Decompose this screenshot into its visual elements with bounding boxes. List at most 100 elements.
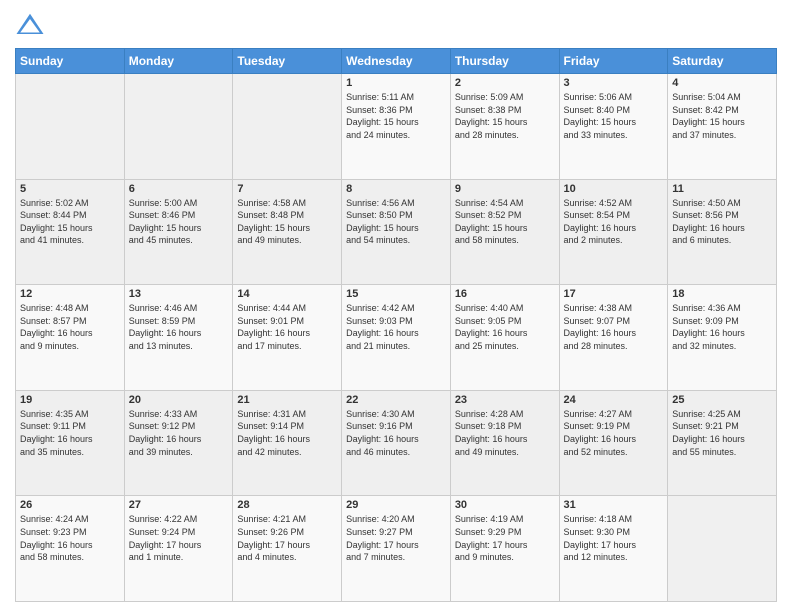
page: SundayMondayTuesdayWednesdayThursdayFrid… bbox=[0, 0, 792, 612]
calendar-cell: 30 Sunrise: 4:19 AM Sunset: 9:29 PM Dayli… bbox=[450, 496, 559, 602]
day-number: 23 bbox=[455, 394, 555, 406]
day-number: 19 bbox=[20, 394, 120, 406]
week-row: 19Sunrise: 4:35 AM Sunset: 9:11 PM Dayli… bbox=[16, 390, 777, 496]
calendar-cell: 22 Sunrise: 4:30 AM Sunset: 9:16 PM Dayli… bbox=[342, 390, 451, 496]
day-number: 25 bbox=[672, 394, 772, 406]
calendar-cell: 24 Sunrise: 4:27 AM Sunset: 9:19 PM Dayli… bbox=[559, 390, 668, 496]
day-number: 6 bbox=[129, 183, 229, 195]
day-number: 13 bbox=[129, 288, 229, 300]
day-info: Sunrise: 4:38 AM Sunset: 9:07 PM Dayligh… bbox=[564, 302, 664, 352]
weekday-header-saturday: Saturday bbox=[668, 49, 777, 74]
week-row: 26 Sunrise: 4:24 AM Sunset: 9:23 PM Dayli… bbox=[16, 496, 777, 602]
calendar-body: 1Sunrise: 5:11 AM Sunset: 8:36 PM Daylig… bbox=[16, 74, 777, 602]
day-info: Sunrise: 4:31 AM Sunset: 9:14 PM Dayligh… bbox=[237, 408, 337, 458]
day-info: Sunrise: 4:54 AM Sunset: 8:52 PM Dayligh… bbox=[455, 197, 555, 247]
day-number: 2 bbox=[455, 77, 555, 89]
day-info: Sunrise: 4:48 AM Sunset: 8:57 PM Dayligh… bbox=[20, 302, 120, 352]
day-number: 11 bbox=[672, 183, 772, 195]
day-number: 22 bbox=[346, 394, 446, 406]
calendar-cell: 16 Sunrise: 4:40 AM Sunset: 9:05 PM Dayli… bbox=[450, 285, 559, 391]
calendar-cell: 27Sunrise: 4:22 AM Sunset: 9:24 PM Dayli… bbox=[124, 496, 233, 602]
day-info: Sunrise: 4:21 AM Sunset: 9:26 PM Dayligh… bbox=[237, 513, 337, 563]
calendar-header: SundayMondayTuesdayWednesdayThursdayFrid… bbox=[16, 49, 777, 74]
calendar-cell: 18Sunrise: 4:36 AM Sunset: 9:09 PM Dayli… bbox=[668, 285, 777, 391]
day-number: 16 bbox=[455, 288, 555, 300]
calendar-cell: 1Sunrise: 5:11 AM Sunset: 8:36 PM Daylig… bbox=[342, 74, 451, 180]
day-number: 21 bbox=[237, 394, 337, 406]
day-info: Sunrise: 5:02 AM Sunset: 8:44 PM Dayligh… bbox=[20, 197, 120, 247]
calendar-cell bbox=[124, 74, 233, 180]
calendar-cell: 23 Sunrise: 4:28 AM Sunset: 9:18 PM Dayli… bbox=[450, 390, 559, 496]
day-info: Sunrise: 4:27 AM Sunset: 9:19 PM Dayligh… bbox=[564, 408, 664, 458]
day-number: 7 bbox=[237, 183, 337, 195]
day-info: Sunrise: 4:30 AM Sunset: 9:16 PM Dayligh… bbox=[346, 408, 446, 458]
day-number: 8 bbox=[346, 183, 446, 195]
day-number: 28 bbox=[237, 499, 337, 511]
day-number: 20 bbox=[129, 394, 229, 406]
day-number: 24 bbox=[564, 394, 664, 406]
weekday-header-tuesday: Tuesday bbox=[233, 49, 342, 74]
weekday-header-sunday: Sunday bbox=[16, 49, 125, 74]
calendar-cell: 4 Sunrise: 5:04 AM Sunset: 8:42 PM Daylig… bbox=[668, 74, 777, 180]
day-number: 17 bbox=[564, 288, 664, 300]
weekday-row: SundayMondayTuesdayWednesdayThursdayFrid… bbox=[16, 49, 777, 74]
day-info: Sunrise: 5:11 AM Sunset: 8:36 PM Dayligh… bbox=[346, 91, 446, 141]
calendar-cell: 26 Sunrise: 4:24 AM Sunset: 9:23 PM Dayli… bbox=[16, 496, 125, 602]
logo-icon bbox=[15, 10, 45, 40]
day-number: 30 bbox=[455, 499, 555, 511]
calendar-cell bbox=[233, 74, 342, 180]
weekday-header-wednesday: Wednesday bbox=[342, 49, 451, 74]
calendar-cell: 3Sunrise: 5:06 AM Sunset: 8:40 PM Daylig… bbox=[559, 74, 668, 180]
day-info: Sunrise: 4:20 AM Sunset: 9:27 PM Dayligh… bbox=[346, 513, 446, 563]
weekday-header-thursday: Thursday bbox=[450, 49, 559, 74]
calendar-cell: 29 Sunrise: 4:20 AM Sunset: 9:27 PM Dayli… bbox=[342, 496, 451, 602]
day-info: Sunrise: 4:42 AM Sunset: 9:03 PM Dayligh… bbox=[346, 302, 446, 352]
weekday-header-friday: Friday bbox=[559, 49, 668, 74]
day-info: Sunrise: 4:24 AM Sunset: 9:23 PM Dayligh… bbox=[20, 513, 120, 563]
day-info: Sunrise: 4:44 AM Sunset: 9:01 PM Dayligh… bbox=[237, 302, 337, 352]
day-info: Sunrise: 4:19 AM Sunset: 9:29 PM Dayligh… bbox=[455, 513, 555, 563]
calendar-cell: 14 Sunrise: 4:44 AM Sunset: 9:01 PM Dayli… bbox=[233, 285, 342, 391]
day-info: Sunrise: 5:09 AM Sunset: 8:38 PM Dayligh… bbox=[455, 91, 555, 141]
day-number: 31 bbox=[564, 499, 664, 511]
calendar-cell: 11 Sunrise: 4:50 AM Sunset: 8:56 PM Dayli… bbox=[668, 179, 777, 285]
calendar-cell bbox=[668, 496, 777, 602]
calendar-cell: 12 Sunrise: 4:48 AM Sunset: 8:57 PM Dayli… bbox=[16, 285, 125, 391]
day-number: 14 bbox=[237, 288, 337, 300]
day-info: Sunrise: 4:58 AM Sunset: 8:48 PM Dayligh… bbox=[237, 197, 337, 247]
calendar-cell: 19Sunrise: 4:35 AM Sunset: 9:11 PM Dayli… bbox=[16, 390, 125, 496]
calendar-cell: 17 Sunrise: 4:38 AM Sunset: 9:07 PM Dayli… bbox=[559, 285, 668, 391]
week-row: 12 Sunrise: 4:48 AM Sunset: 8:57 PM Dayli… bbox=[16, 285, 777, 391]
calendar-table: SundayMondayTuesdayWednesdayThursdayFrid… bbox=[15, 48, 777, 602]
day-info: Sunrise: 4:56 AM Sunset: 8:50 PM Dayligh… bbox=[346, 197, 446, 247]
day-info: Sunrise: 4:46 AM Sunset: 8:59 PM Dayligh… bbox=[129, 302, 229, 352]
calendar-cell: 21 Sunrise: 4:31 AM Sunset: 9:14 PM Dayli… bbox=[233, 390, 342, 496]
calendar-cell: 10 Sunrise: 4:52 AM Sunset: 8:54 PM Dayli… bbox=[559, 179, 668, 285]
day-number: 15 bbox=[346, 288, 446, 300]
day-info: Sunrise: 4:18 AM Sunset: 9:30 PM Dayligh… bbox=[564, 513, 664, 563]
calendar-cell: 28 Sunrise: 4:21 AM Sunset: 9:26 PM Dayli… bbox=[233, 496, 342, 602]
calendar-cell: 31 Sunrise: 4:18 AM Sunset: 9:30 PM Dayli… bbox=[559, 496, 668, 602]
day-number: 26 bbox=[20, 499, 120, 511]
day-info: Sunrise: 5:04 AM Sunset: 8:42 PM Dayligh… bbox=[672, 91, 772, 141]
day-info: Sunrise: 4:50 AM Sunset: 8:56 PM Dayligh… bbox=[672, 197, 772, 247]
day-info: Sunrise: 4:52 AM Sunset: 8:54 PM Dayligh… bbox=[564, 197, 664, 247]
day-number: 3 bbox=[564, 77, 664, 89]
day-number: 12 bbox=[20, 288, 120, 300]
calendar-cell: 13 Sunrise: 4:46 AM Sunset: 8:59 PM Dayli… bbox=[124, 285, 233, 391]
calendar-cell: 7 Sunrise: 4:58 AM Sunset: 8:48 PM Daylig… bbox=[233, 179, 342, 285]
day-info: Sunrise: 5:00 AM Sunset: 8:46 PM Dayligh… bbox=[129, 197, 229, 247]
day-number: 10 bbox=[564, 183, 664, 195]
day-info: Sunrise: 4:22 AM Sunset: 9:24 PM Dayligh… bbox=[129, 513, 229, 563]
header bbox=[15, 10, 777, 40]
day-info: Sunrise: 4:25 AM Sunset: 9:21 PM Dayligh… bbox=[672, 408, 772, 458]
day-number: 4 bbox=[672, 77, 772, 89]
calendar-cell: 8 Sunrise: 4:56 AM Sunset: 8:50 PM Daylig… bbox=[342, 179, 451, 285]
day-number: 5 bbox=[20, 183, 120, 195]
week-row: 5 Sunrise: 5:02 AM Sunset: 8:44 PM Daylig… bbox=[16, 179, 777, 285]
weekday-header-monday: Monday bbox=[124, 49, 233, 74]
calendar-cell: 5 Sunrise: 5:02 AM Sunset: 8:44 PM Daylig… bbox=[16, 179, 125, 285]
day-info: Sunrise: 4:40 AM Sunset: 9:05 PM Dayligh… bbox=[455, 302, 555, 352]
day-number: 29 bbox=[346, 499, 446, 511]
day-info: Sunrise: 4:28 AM Sunset: 9:18 PM Dayligh… bbox=[455, 408, 555, 458]
